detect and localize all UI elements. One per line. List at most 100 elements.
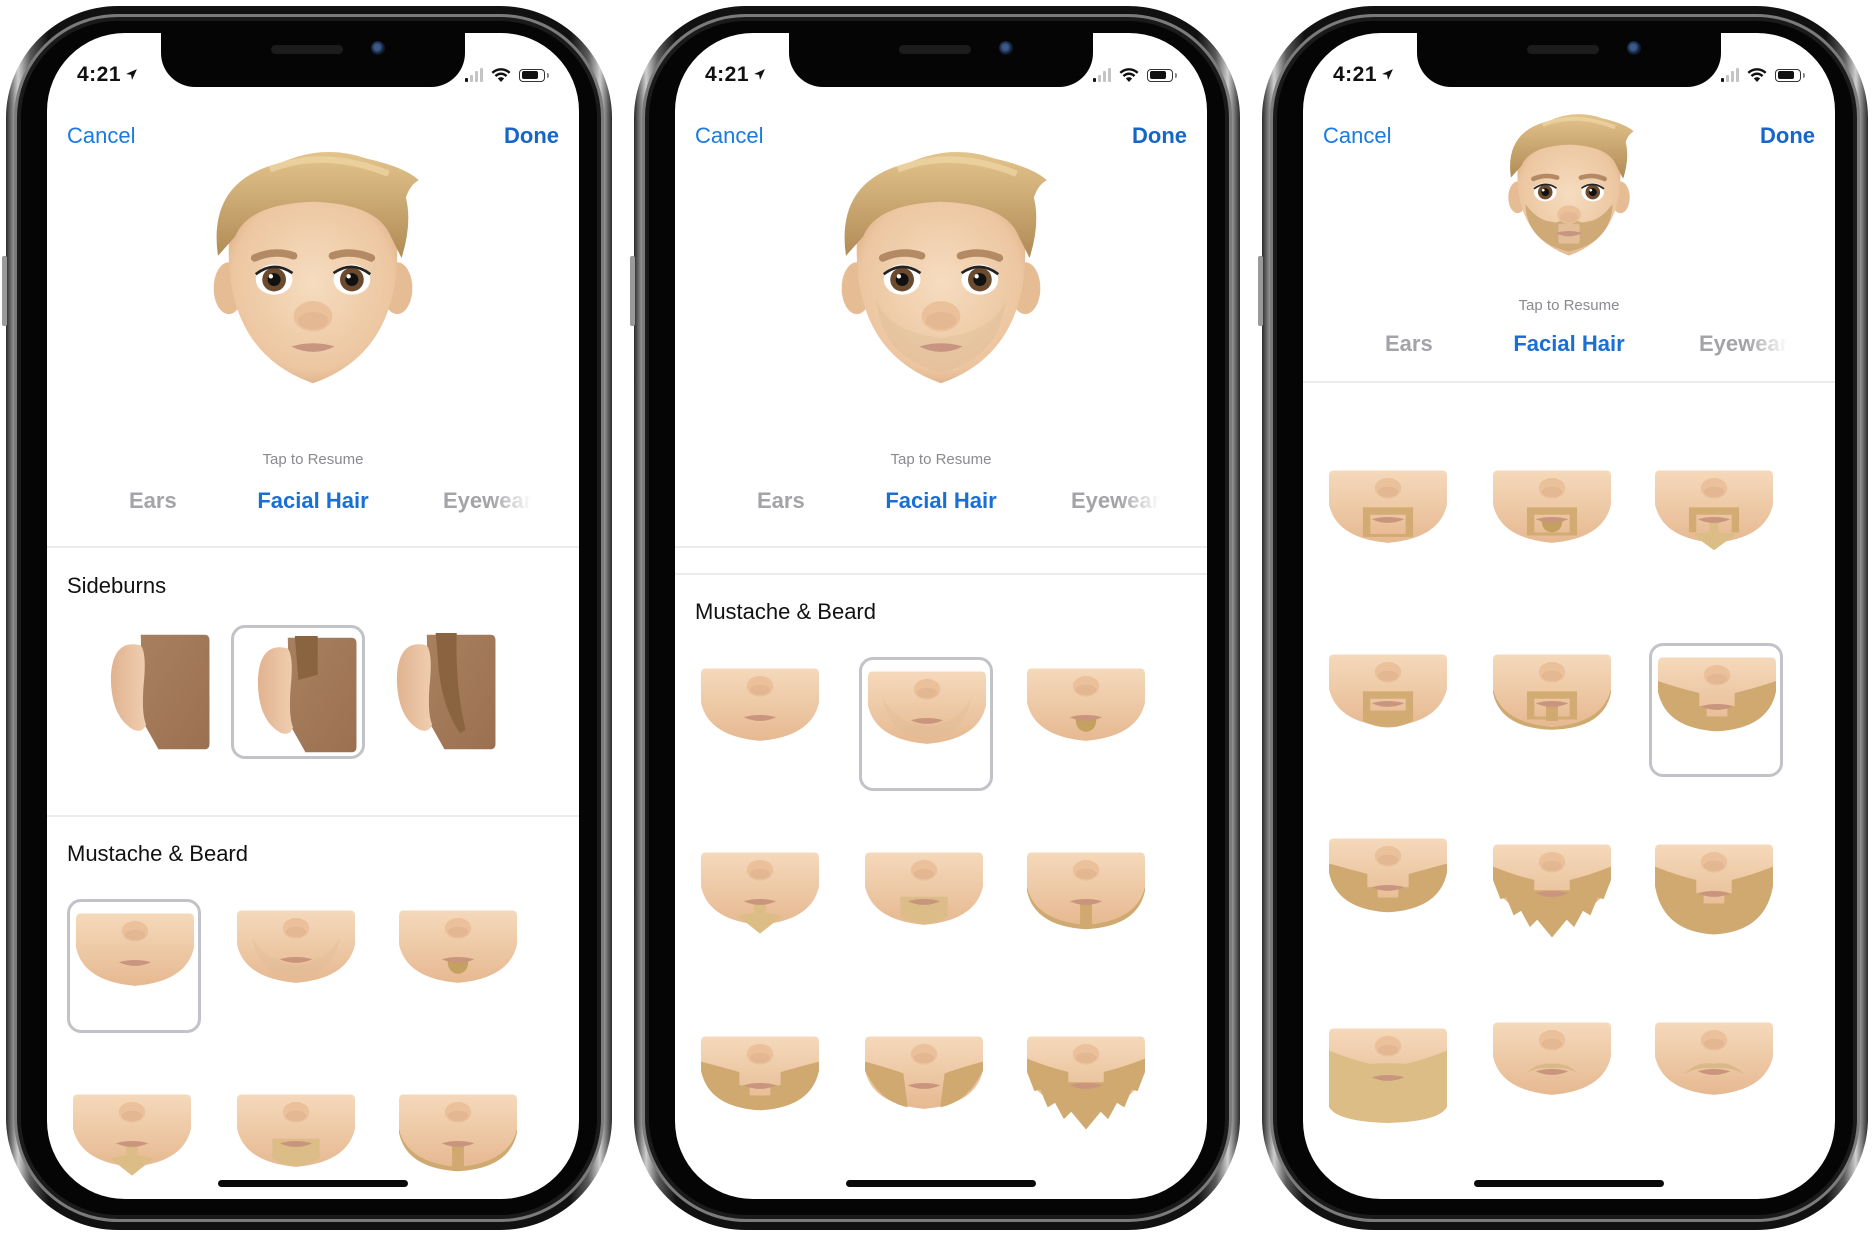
beard-thumbnail [701, 1033, 819, 1133]
beard-thumbnail [237, 907, 355, 1007]
tab-ears[interactable]: Ears [129, 488, 177, 514]
done-button[interactable]: Done [1760, 123, 1815, 149]
beard-option-stubble[interactable] [859, 657, 993, 791]
beard-option-chinstrap-strip[interactable] [1021, 841, 1155, 975]
beard-thumbnail [1027, 665, 1145, 765]
home-indicator[interactable] [1474, 1180, 1664, 1187]
divider [675, 546, 1207, 548]
sideburn-option-long[interactable] [373, 625, 507, 759]
beard-option-short-beard[interactable] [1649, 643, 1783, 777]
cancel-button[interactable]: Cancel [67, 123, 135, 149]
wifi-icon [1119, 67, 1139, 83]
done-button[interactable]: Done [504, 123, 559, 149]
tab-eyewear[interactable]: Eyewear [1699, 331, 1788, 357]
beard-thumbnail [399, 1091, 517, 1191]
beard-thumbnail [1027, 1033, 1145, 1133]
speaker [1527, 45, 1599, 54]
phone-1: 4:21 Cancel Done Tap to Resume Ears Facial H… [2, 6, 612, 1230]
beard-option-mutton-gap[interactable] [1323, 827, 1457, 961]
beard-thumbnail [1493, 835, 1611, 947]
divider [47, 546, 579, 548]
sideburn-option-short[interactable] [231, 625, 365, 759]
cancel-button[interactable]: Cancel [695, 123, 763, 149]
beard-option-beard-gap[interactable] [1323, 383, 1457, 409]
beard-option-mustache-thin[interactable] [1487, 1011, 1621, 1145]
beard-option-mustache-wide[interactable] [1649, 1011, 1783, 1145]
sideburn-option-none[interactable] [87, 625, 221, 759]
clock: 4:21 [705, 63, 750, 86]
beard-option-goatee-soul[interactable] [1487, 459, 1621, 593]
tab-eyewear[interactable]: Eyewear [443, 488, 532, 514]
beard-thumbnail [701, 849, 819, 949]
beard-option-soul-patch[interactable] [1021, 657, 1155, 791]
beard-thumbnail [237, 1091, 355, 1191]
beard-thumbnail [73, 1091, 191, 1191]
speaker [271, 45, 343, 54]
camera [999, 41, 1013, 55]
beard-thumbnail [1493, 1019, 1611, 1119]
category-tabs: Ears Facial Hair Eyewear [1303, 331, 1835, 371]
memoji-preview[interactable] [205, 137, 421, 407]
divider [47, 815, 579, 817]
tab-facial-hair[interactable]: Facial Hair [885, 488, 996, 514]
cellular-signal-icon [1093, 68, 1111, 82]
beard-option-long-square[interactable] [1323, 1011, 1457, 1145]
battery-icon [1147, 68, 1177, 82]
divider [675, 573, 1207, 575]
beard-option-chin-strip-pointed[interactable] [67, 1083, 201, 1199]
beard-option-none[interactable] [695, 657, 829, 791]
category-tabs: Ears Facial Hair Eyewear [47, 488, 579, 528]
status-time: 4:21 [705, 63, 766, 87]
tab-ears[interactable]: Ears [757, 488, 805, 514]
tab-eyewear[interactable]: Eyewear [1071, 488, 1160, 514]
beard-thumbnail [1493, 651, 1611, 751]
tab-facial-hair[interactable]: Facial Hair [257, 488, 368, 514]
beard-option-soul-patch[interactable] [393, 899, 527, 1033]
beard-option-goatee-pointed[interactable] [1649, 459, 1783, 593]
battery-icon [519, 68, 549, 82]
beard-option-mutton-chops[interactable] [1487, 383, 1621, 409]
scrolled-grid [1303, 383, 1835, 1199]
clock: 4:21 [77, 63, 122, 86]
status-time: 4:21 [77, 63, 138, 87]
beard-option-chin-strip-pointed[interactable] [695, 841, 829, 975]
beard-option-none[interactable] [67, 899, 201, 1033]
home-indicator[interactable] [218, 1180, 408, 1187]
beard-thumbnail [1027, 849, 1145, 949]
beard-option-chin-beard[interactable] [859, 841, 993, 975]
tab-facial-hair[interactable]: Facial Hair [1513, 331, 1624, 357]
section-title-mustache-beard: Mustache & Beard [67, 841, 248, 866]
camera [1627, 41, 1641, 55]
location-arrow-icon [125, 68, 138, 81]
tap-to-resume-label[interactable]: Tap to Resume [675, 451, 1207, 468]
status-time: 4:21 [1333, 63, 1394, 87]
camera [371, 41, 385, 55]
beard-option-goatee-full[interactable] [1323, 643, 1457, 777]
home-indicator[interactable] [846, 1180, 1036, 1187]
tap-to-resume-label[interactable]: Tap to Resume [1303, 297, 1835, 314]
phone-2: 4:21 Cancel Done Tap to Resume Ears Facial H… [630, 6, 1240, 1230]
beard-thumbnail [1655, 467, 1773, 567]
beard-option-beard-gap[interactable] [695, 1025, 829, 1159]
beard-thumbnail [1658, 654, 1776, 754]
beard-option-goatee-square[interactable] [1323, 459, 1457, 593]
beard-option-full-spiky[interactable] [1487, 827, 1621, 961]
sideburn-thumbnail [95, 629, 213, 755]
beard-option-chinstrap-strip[interactable] [393, 1083, 527, 1199]
beard-option-full-spiky[interactable] [1021, 1025, 1155, 1159]
notch [161, 33, 465, 87]
cancel-button[interactable]: Cancel [1323, 123, 1391, 149]
done-button[interactable]: Done [1132, 123, 1187, 149]
beard-option-mutton-chops[interactable] [859, 1025, 993, 1159]
beard-thumbnail [1655, 835, 1773, 947]
tap-to-resume-label[interactable]: Tap to Resume [47, 451, 579, 468]
memoji-preview[interactable] [1503, 105, 1635, 270]
beard-option-stubble[interactable] [231, 899, 365, 1033]
beard-option-full-spiky[interactable] [1649, 383, 1783, 409]
beard-option-goatee-chinstrap[interactable] [1487, 643, 1621, 777]
tab-ears[interactable]: Ears [1385, 331, 1433, 357]
beard-option-full-beard[interactable] [1649, 827, 1783, 961]
sideburn-thumbnail [242, 632, 360, 758]
section-title-sideburns: Sideburns [67, 573, 167, 598]
memoji-preview[interactable] [833, 137, 1049, 407]
